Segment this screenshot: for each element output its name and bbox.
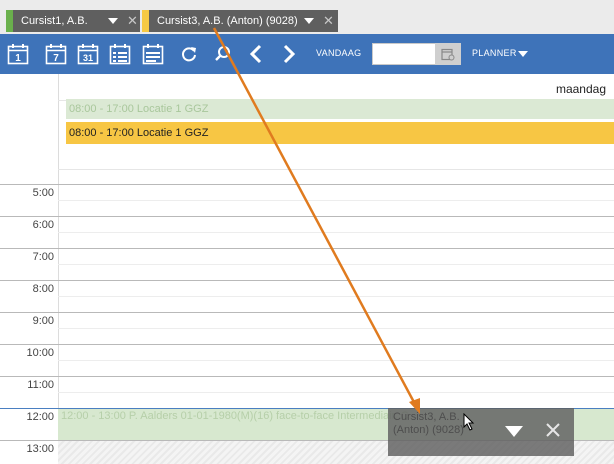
calendar-picker-icon [441,48,455,61]
close-icon[interactable] [544,421,562,439]
time-label: 7:00 [32,251,54,263]
search-button[interactable] [210,41,236,67]
half-hour-line [58,232,614,233]
chevron-left-icon [249,44,262,64]
tab-label: Cursist1, A.B. [21,15,88,27]
chevron-right-icon [283,44,296,64]
allday-event[interactable]: 08:00 - 17:00 Locatie 1 GGZ [66,99,614,119]
search-icon [215,46,230,61]
calendar-week-icon: 7 [45,44,67,65]
mouse-cursor-icon [463,413,475,431]
refresh-icon [182,47,196,62]
tab-color-strip [142,10,149,32]
day-view-button[interactable]: 1 [5,41,31,67]
tab-color-strip [6,10,13,32]
refresh-button[interactable] [176,41,202,67]
day-calendar: maandag 08:00 - 17:00 Locatie 1 GGZ 08:0… [0,74,614,464]
calendar-agenda-icon [142,44,164,65]
time-label: 10:00 [26,347,54,359]
allday-event[interactable]: 08:00 - 17:00 Locatie 1 GGZ [66,122,614,144]
chevron-down-icon[interactable] [504,424,524,438]
hour-line [0,184,614,185]
today-button[interactable]: VANDAAG [316,48,361,58]
tab-cursist3[interactable]: Cursist3, A.B. (Anton) (9028) ✕ [142,10,338,32]
tab-bar: Cursist1, A.B. ✕ Cursist3, A.B. (Anton) … [0,0,614,34]
date-input[interactable] [372,43,436,65]
time-label: 6:00 [32,219,54,231]
toolbar: 1 7 31 VANDAAG PLANNER [0,34,614,74]
time-label: 8:00 [32,283,54,295]
drag-preview[interactable]: Cursist3, A.B. (Anton) (9028) [388,408,574,456]
chevron-down-icon[interactable] [304,18,314,24]
half-hour-line [58,328,614,329]
hour-line [0,376,614,377]
day-header: maandag [555,82,606,96]
allday-divider [58,169,614,170]
hour-line [0,216,614,217]
hour-line [0,280,614,281]
chevron-down-icon[interactable] [518,51,528,57]
previous-button[interactable] [243,41,269,67]
hour-line [0,344,614,345]
svg-text:7: 7 [53,53,59,64]
month-view-button[interactable]: 31 [75,41,101,67]
svg-text:1: 1 [15,53,21,64]
list-view-button[interactable] [107,41,133,67]
close-icon[interactable]: ✕ [127,13,138,29]
time-label: 11:00 [27,379,54,391]
tab-label: Cursist3, A.B. (Anton) (9028) [157,15,298,27]
half-hour-line [58,360,614,361]
hour-line [0,248,614,249]
half-hour-line [58,264,614,265]
svg-text:31: 31 [83,53,93,63]
time-label: 13:00 [26,443,54,455]
calendar-day-icon: 1 [7,44,29,65]
tab-cursist1[interactable]: Cursist1, A.B. ✕ [6,10,140,32]
planner-button[interactable]: PLANNER [472,48,517,58]
half-hour-line [58,200,614,201]
time-gutter-divider [58,74,59,464]
next-button[interactable] [276,41,302,67]
hour-line [0,312,614,313]
time-label: 5:00 [32,187,54,199]
close-icon[interactable]: ✕ [323,13,334,29]
half-hour-line [58,392,614,393]
calendar-list-icon [109,44,131,65]
agenda-view-button[interactable] [140,41,166,67]
time-label: 9:00 [32,315,54,327]
time-label: 12:00 [26,411,54,423]
chevron-down-icon[interactable] [108,18,118,24]
week-view-button[interactable]: 7 [43,41,69,67]
calendar-month-icon: 31 [77,44,99,65]
half-hour-line [58,296,614,297]
date-picker-button[interactable] [435,43,461,65]
drag-preview-label: Cursist3, A.B. (Anton) (9028) [393,411,464,436]
